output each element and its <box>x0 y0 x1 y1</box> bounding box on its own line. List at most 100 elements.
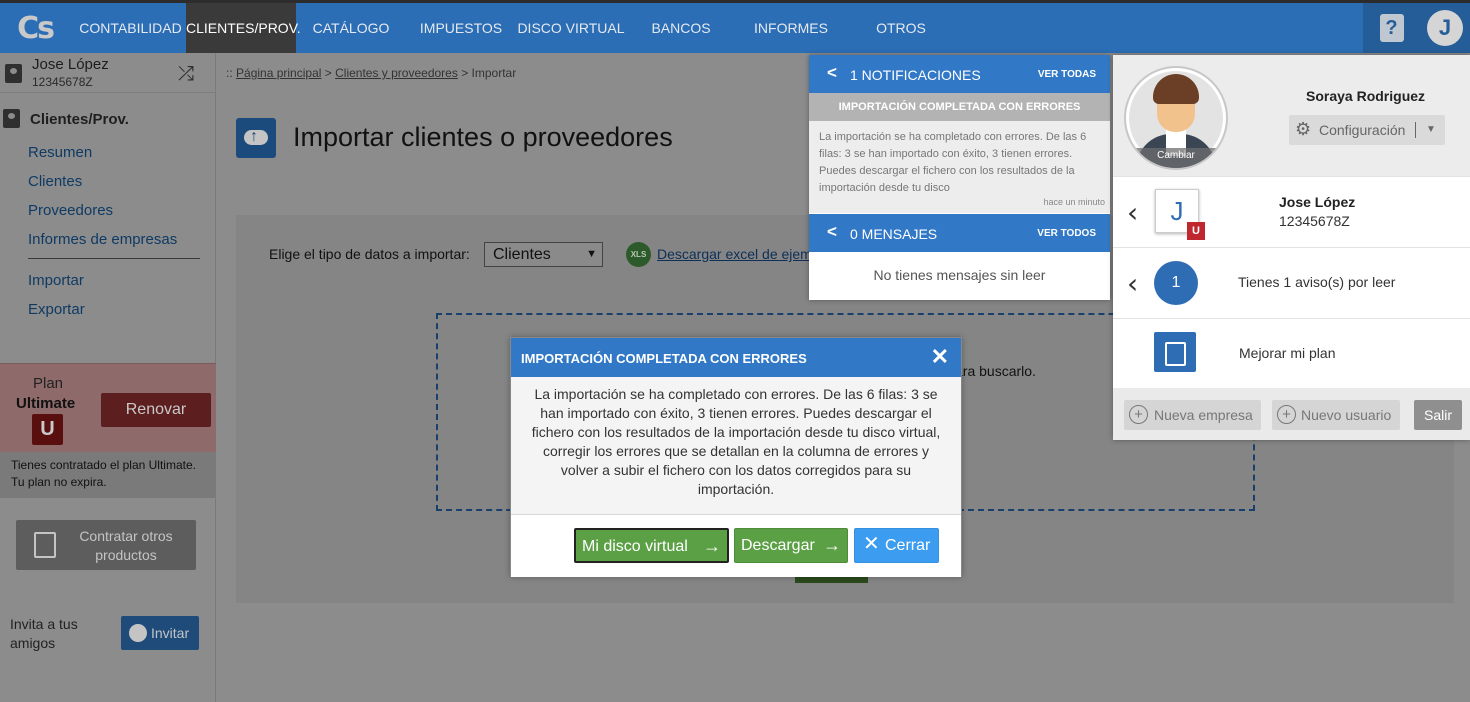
notification-time: hace un minuto <box>1043 197 1105 207</box>
close-button[interactable]: ✕ Cerrar <box>854 528 939 563</box>
cloud-upload-icon <box>236 118 276 158</box>
company-nif: 12345678Z <box>32 75 93 89</box>
plus-circle-icon: + <box>1277 405 1296 424</box>
sidebar-item-resumen[interactable]: Resumen <box>28 144 92 161</box>
messages-header[interactable]: < 0 MENSAJES VER TODOS <box>809 214 1110 252</box>
arrow-right-icon: → <box>823 535 841 555</box>
help-icon: ? <box>1379 14 1404 42</box>
app-logo[interactable]: Cs <box>0 3 70 53</box>
dialog-footer: Mi disco virtual → Descargar → ✕ Cerrar <box>511 514 961 577</box>
panel-company-name: Jose López <box>1279 194 1356 210</box>
company-name: Jose López <box>32 56 109 73</box>
contract-products-button[interactable]: Contratar otros productos <box>16 520 196 570</box>
nav-catalogo[interactable]: CATÁLOGO <box>301 3 401 53</box>
renew-button[interactable]: Renovar <box>101 393 211 427</box>
panel-company-nif: 12345678Z <box>1279 213 1350 229</box>
section-title: Clientes/Prov. <box>30 111 129 128</box>
switch-company-icon[interactable]: ⤮ <box>178 63 194 86</box>
breadcrumb-current: Importar <box>471 66 517 80</box>
virtual-disk-button[interactable]: Mi disco virtual → <box>574 528 729 563</box>
configuration-label: Configuración <box>1319 122 1406 138</box>
download-button[interactable]: Descargar → <box>734 528 848 563</box>
nav-impuestos[interactable]: IMPUESTOS <box>411 3 511 53</box>
breadcrumb: :: Página principal > Clientes y proveed… <box>226 66 516 80</box>
notifications-title: 1 NOTIFICACIONES <box>850 67 981 83</box>
invite-button-label: Invitar <box>151 625 190 641</box>
messages-empty-text: No tienes mensajes sin leer <box>873 267 1046 283</box>
import-type-label: Elige el tipo de datos a importar: <box>269 246 470 262</box>
dropzone-text: ara buscarlo. <box>955 363 1036 379</box>
avatar: J <box>1427 10 1463 46</box>
shopping-bag-icon <box>1154 332 1196 372</box>
sidebar: Jose López 12345678Z ⤮ Clientes/Prov. Re… <box>0 53 216 702</box>
change-photo-label[interactable]: Cambiar <box>1126 148 1226 168</box>
new-company-button[interactable]: + Nueva empresa <box>1124 400 1261 430</box>
configuration-button[interactable]: ⚙ Configuración ▼ <box>1289 115 1445 145</box>
contract-products-label: Contratar otros productos <box>79 528 173 563</box>
see-all-messages-link[interactable]: VER TODOS <box>1037 228 1096 239</box>
id-card-icon <box>5 64 22 83</box>
chevron-left-icon: ‹ <box>1127 267 1139 300</box>
virtual-disk-label: Mi disco virtual <box>582 538 688 555</box>
sidebar-item-informes-empresas[interactable]: Informes de empresas <box>28 231 177 248</box>
messages-title: 0 MENSAJES <box>850 226 938 242</box>
help-button[interactable]: ? <box>1363 3 1420 53</box>
import-type-value: Clientes <box>493 246 551 263</box>
breadcrumb-separator: > <box>461 66 469 80</box>
breadcrumb-separator: > <box>324 66 332 80</box>
user-panel: Cambiar Soraya Rodriguez ⚙ Configuración… <box>1113 55 1470 440</box>
notifications-header[interactable]: < 1 NOTIFICACIONES VER TODAS <box>809 55 1110 93</box>
close-icon[interactable]: ✕ <box>931 344 949 370</box>
logout-button[interactable]: Salir <box>1414 400 1462 430</box>
notifications-panel: < 1 NOTIFICACIONES VER TODAS IMPORTACIÓN… <box>809 55 1110 300</box>
caret-down-icon[interactable]: ▼ <box>1426 115 1436 145</box>
invite-label: Invita a tus amigos <box>10 616 78 651</box>
chevron-left-icon: < <box>827 63 837 82</box>
sidebar-item-importar[interactable]: Importar <box>28 272 84 289</box>
sidebar-item-clientes[interactable]: Clientes <box>28 173 82 190</box>
user-photo[interactable]: Cambiar <box>1124 66 1228 170</box>
close-label: Cerrar <box>885 537 931 554</box>
plus-circle-icon: + <box>1129 405 1148 424</box>
plan-badge-icon: U <box>32 414 63 445</box>
nav-otros[interactable]: OTROS <box>856 3 946 53</box>
chevron-left-icon: ‹ <box>1127 196 1139 229</box>
gear-icon: ⚙ <box>1295 119 1312 139</box>
plan-box: Plan Ultimate U Renovar <box>0 363 216 452</box>
chevron-down-icon: ▼ <box>586 248 597 260</box>
plan-name: Ultimate <box>16 395 76 412</box>
clients-section-icon <box>3 109 20 128</box>
breadcrumb-prefix: :: <box>226 66 233 80</box>
nav-bancos[interactable]: BANCOS <box>636 3 726 53</box>
new-user-button[interactable]: + Nuevo usuario <box>1272 400 1400 430</box>
see-all-notifications-link[interactable]: VER TODAS <box>1038 69 1096 80</box>
current-company[interactable]: Jose López 12345678Z ⤮ <box>0 53 216 93</box>
user-menu-button[interactable]: J <box>1420 3 1470 53</box>
dialog-header: IMPORTACIÓN COMPLETADA CON ERRORES ✕ <box>511 338 961 377</box>
nav-contabilidad[interactable]: CONTABILIDAD <box>75 3 186 53</box>
alerts-count-badge: 1 <box>1154 261 1198 305</box>
globe-icon <box>129 624 147 642</box>
sidebar-item-proveedores[interactable]: Proveedores <box>28 202 113 219</box>
upgrade-plan-text: Mejorar mi plan <box>1239 345 1336 361</box>
shopping-bag-icon <box>34 532 56 558</box>
top-navigation-bar: Cs CONTABILIDAD CLIENTES/PROV. CATÁLOGO … <box>0 0 1470 53</box>
user-name: Soraya Rodriguez <box>1306 88 1426 104</box>
nav-clientes-prov[interactable]: CLIENTES/PROV. <box>186 3 301 53</box>
import-type-select[interactable]: Clientes ▼ <box>484 242 603 267</box>
breadcrumb-clientes[interactable]: Clientes y proveedores <box>335 66 458 80</box>
new-company-label: Nueva empresa <box>1154 407 1253 423</box>
dialog-title: IMPORTACIÓN COMPLETADA CON ERRORES <box>521 351 807 366</box>
nav-informes[interactable]: INFORMES <box>741 3 841 53</box>
notification-title[interactable]: IMPORTACIÓN COMPLETADA CON ERRORES <box>809 93 1110 121</box>
breadcrumb-home[interactable]: Página principal <box>236 66 321 80</box>
excel-icon: XLS <box>626 242 651 267</box>
new-user-label: Nuevo usuario <box>1301 407 1392 423</box>
download-example-link[interactable]: Descargar excel de ejem <box>657 246 812 262</box>
dialog-message: La importación se ha completado con erro… <box>511 377 961 514</box>
sidebar-item-exportar[interactable]: Exportar <box>28 301 85 318</box>
arrow-right-icon: → <box>703 536 721 556</box>
nav-disco-virtual[interactable]: DISCO VIRTUAL <box>516 3 626 53</box>
import-result-dialog: IMPORTACIÓN COMPLETADA CON ERRORES ✕ La … <box>510 337 962 577</box>
invite-button[interactable]: Invitar <box>121 616 199 650</box>
